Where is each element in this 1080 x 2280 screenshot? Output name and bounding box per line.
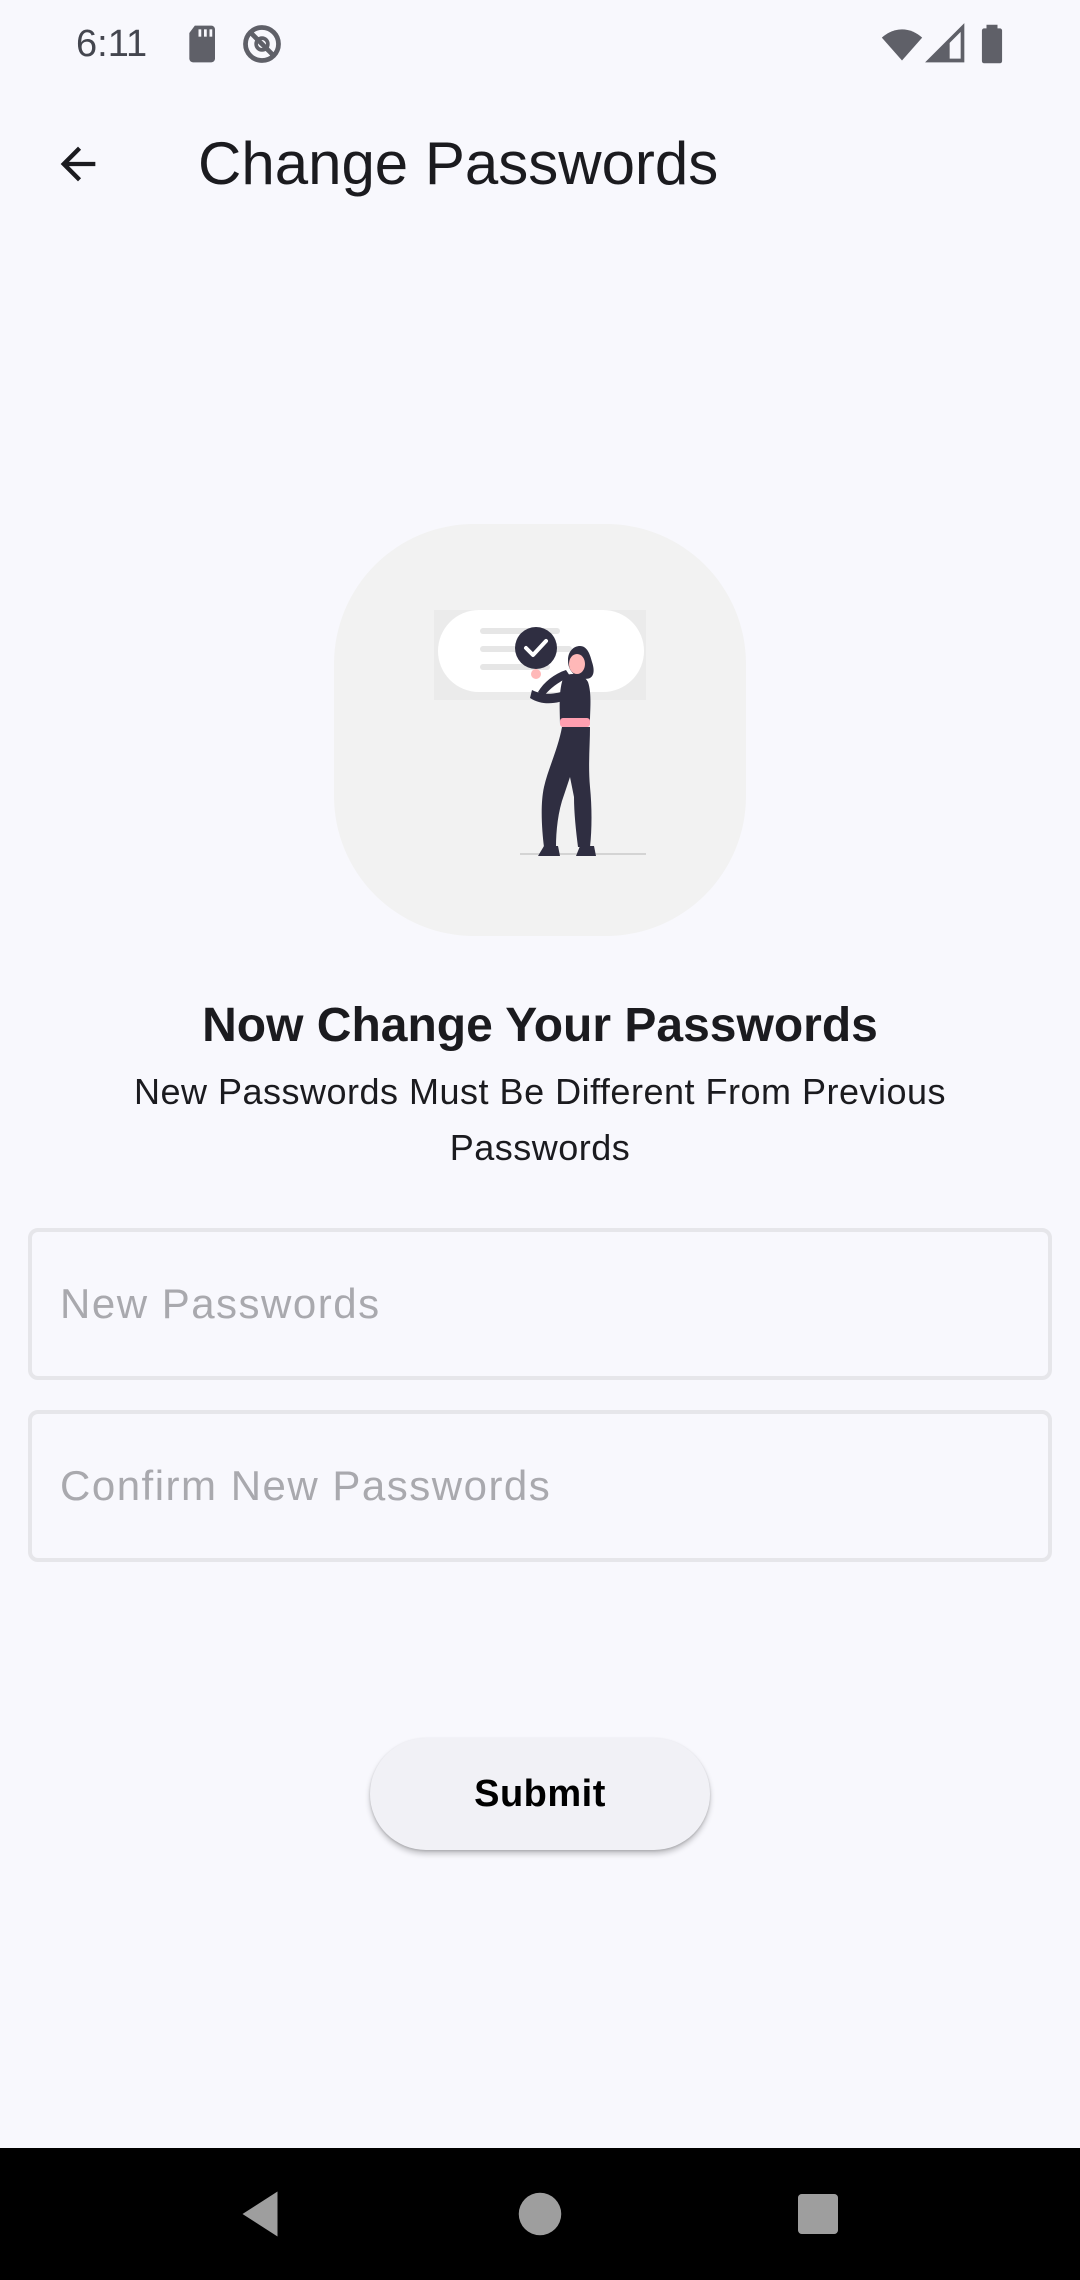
wifi-icon (880, 22, 924, 66)
arrow-back-icon (52, 138, 104, 195)
password-illustration (434, 610, 646, 856)
back-button[interactable] (36, 124, 120, 208)
system-nav-bar (0, 2148, 1080, 2280)
back-triangle-icon[interactable] (230, 2184, 290, 2244)
checkmark-icon (515, 627, 557, 669)
status-bar: 6:11 (0, 0, 1080, 88)
confirm-password-input[interactable] (60, 1414, 1020, 1558)
status-time: 6:11 (76, 23, 148, 65)
do-not-disturb-icon (240, 22, 284, 66)
new-password-input[interactable] (60, 1232, 1020, 1376)
new-password-field[interactable] (28, 1228, 1052, 1380)
app-bar: Change Passwords (0, 88, 1080, 232)
cellular-signal-icon (924, 22, 968, 66)
submit-button[interactable]: Submit (370, 1738, 710, 1850)
confirm-password-field[interactable] (28, 1410, 1052, 1562)
section-heading: Now Change Your Passwords (202, 999, 878, 1052)
battery-icon (970, 22, 1014, 66)
illustration-card (334, 524, 746, 936)
sd-card-icon (182, 22, 226, 66)
recents-square-icon[interactable] (788, 2184, 848, 2244)
home-circle-icon[interactable] (510, 2184, 570, 2244)
section-subheading: New Passwords Must Be Different From Pre… (133, 1071, 947, 1168)
page-title: Change Passwords (198, 130, 719, 197)
